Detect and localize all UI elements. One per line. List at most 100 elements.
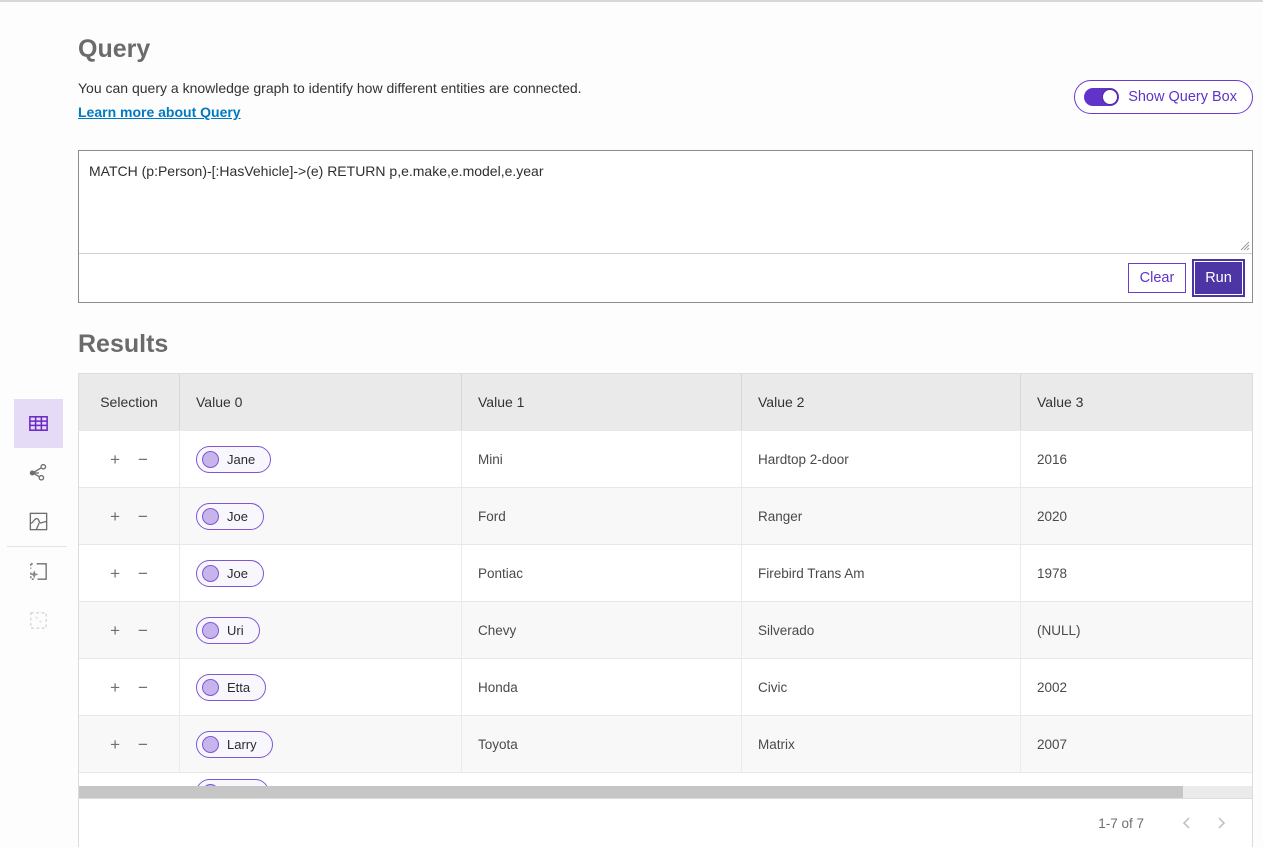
entity-label: Joe — [227, 509, 248, 524]
results-title: Results — [78, 330, 1253, 359]
entity-label: Etta — [227, 680, 250, 695]
column-header: Value 1 — [461, 374, 741, 430]
table-header-row: SelectionValue 0Value 1Value 2Value 3 — [79, 374, 1252, 430]
column-header: Value 2 — [741, 374, 1020, 430]
results-view-sidebar — [14, 399, 63, 645]
entity-cell: Larry — [179, 716, 461, 772]
value-cell: 2002 — [1020, 659, 1252, 715]
column-header: Selection — [79, 374, 179, 430]
table-footer: 1-7 of 7 — [79, 798, 1252, 847]
table-body: +−JaneMiniHardtop 2-door2016+−JoeFordRan… — [79, 430, 1252, 772]
remove-from-selection-button[interactable]: − — [136, 620, 150, 641]
query-box: MATCH (p:Person)-[:HasVehicle]->(e) RETU… — [78, 150, 1253, 303]
entity-label: Uri — [227, 623, 244, 638]
table-row: +− Jane MiniHardtop 2-door2016 — [79, 430, 1252, 487]
selection-icon — [27, 609, 50, 632]
entity-pill[interactable]: Uri — [196, 617, 260, 644]
entity-cell: Etta — [179, 659, 461, 715]
value-cell: 2016 — [1020, 431, 1252, 487]
next-page-button[interactable] — [1208, 810, 1234, 836]
results-table: SelectionValue 0Value 1Value 2Value 3 +−… — [78, 373, 1253, 847]
entity-pill[interactable]: Larry — [196, 731, 273, 758]
chevron-left-icon — [1181, 816, 1193, 830]
entity-cell: Joe — [179, 488, 461, 544]
add-to-map-icon — [27, 560, 50, 583]
add-to-selection-button[interactable]: + — [108, 620, 122, 641]
remove-from-selection-button[interactable]: − — [136, 563, 150, 584]
add-to-selection-button[interactable]: + — [108, 506, 122, 527]
value-cell: Ford — [461, 488, 741, 544]
value-cell: Ranger — [741, 488, 1020, 544]
table-row: +− Larry ToyotaMatrix2007 — [79, 715, 1252, 772]
selection-cell: +− — [79, 602, 179, 658]
link-chart-icon — [27, 461, 50, 484]
entity-pill[interactable]: Joe — [196, 560, 264, 587]
add-to-selection-button[interactable]: + — [108, 734, 122, 755]
table-row: +− Joe FordRanger2020 — [79, 487, 1252, 544]
run-button[interactable]: Run — [1195, 262, 1242, 294]
remove-from-selection-button[interactable]: − — [136, 677, 150, 698]
entity-dot-icon — [202, 736, 219, 753]
remove-from-selection-button[interactable]: − — [136, 734, 150, 755]
value-cell: Pontiac — [461, 545, 741, 601]
value-cell: Silverado — [741, 602, 1020, 658]
selection-cell: +− — [79, 716, 179, 772]
entity-cell: Uri — [179, 602, 461, 658]
value-cell: Matrix — [741, 716, 1020, 772]
add-to-selection-button[interactable]: + — [108, 563, 122, 584]
value-cell: Toyota — [461, 716, 741, 772]
entity-pill[interactable]: Joe — [196, 503, 264, 530]
table-row: +− Etta HondaCivic2002 — [79, 658, 1252, 715]
scrollbar-thumb[interactable] — [79, 786, 1183, 798]
selection-cell: +− — [79, 659, 179, 715]
entity-pill[interactable]: Jane — [196, 446, 271, 473]
table-row: +−JoePontiacFirebird Trans Am1978 — [79, 544, 1252, 601]
value-cell: 2020 — [1020, 488, 1252, 544]
entity-pill[interactable]: Etta — [196, 674, 266, 701]
map-icon — [27, 510, 50, 533]
value-cell: Honda — [461, 659, 741, 715]
page-title: Query — [78, 35, 1253, 63]
query-input[interactable]: MATCH (p:Person)-[:HasVehicle]->(e) RETU… — [79, 151, 1252, 253]
horizontal-scrollbar[interactable] — [79, 786, 1252, 798]
toggle-label: Show Query Box — [1128, 89, 1237, 105]
value-cell: 2007 — [1020, 716, 1252, 772]
clear-button[interactable]: Clear — [1128, 263, 1186, 293]
learn-more-link[interactable]: Learn more about Query — [78, 104, 241, 120]
sidebar-item-add-to-map[interactable] — [14, 547, 63, 596]
sidebar-item-selection-tool — [14, 596, 63, 645]
toggle-switch-icon — [1084, 88, 1119, 106]
remove-from-selection-button[interactable]: − — [136, 449, 150, 470]
table-row-partial — [79, 772, 1252, 786]
entity-cell: Joe — [179, 545, 461, 601]
show-query-box-toggle[interactable]: Show Query Box — [1074, 80, 1253, 114]
remove-from-selection-button[interactable]: − — [136, 506, 150, 527]
table-row: +−UriChevySilverado(NULL) — [79, 601, 1252, 658]
value-cell: Mini — [461, 431, 741, 487]
add-to-selection-button[interactable]: + — [108, 449, 122, 470]
entity-label: Joe — [227, 566, 248, 581]
entity-dot-icon — [202, 565, 219, 582]
page-description: You can query a knowledge graph to ident… — [78, 80, 582, 96]
value-cell: Hardtop 2-door — [741, 431, 1020, 487]
value-cell: Civic — [741, 659, 1020, 715]
value-cell: (NULL) — [1020, 602, 1252, 658]
entity-pill[interactable] — [196, 779, 269, 786]
add-to-selection-button[interactable]: + — [108, 677, 122, 698]
prev-page-button[interactable] — [1174, 810, 1200, 836]
entity-dot-icon — [202, 679, 219, 696]
sidebar-item-map-view[interactable] — [14, 497, 63, 546]
entity-dot-icon — [202, 451, 219, 468]
sidebar-item-link-chart-view[interactable] — [14, 448, 63, 497]
entity-cell: Jane — [179, 431, 461, 487]
value-cell: 1978 — [1020, 545, 1252, 601]
query-page: Query You can query a knowledge graph to… — [0, 35, 1263, 847]
window-top-border — [0, 0, 1263, 2]
column-header: Value 0 — [179, 374, 461, 430]
resize-handle-icon[interactable] — [1238, 239, 1250, 251]
entity-label: Larry — [227, 737, 257, 752]
column-header: Value 3 — [1020, 374, 1252, 430]
page-intro: You can query a knowledge graph to ident… — [78, 80, 582, 122]
entity-label: Jane — [227, 452, 255, 467]
sidebar-item-table-view[interactable] — [14, 399, 63, 448]
